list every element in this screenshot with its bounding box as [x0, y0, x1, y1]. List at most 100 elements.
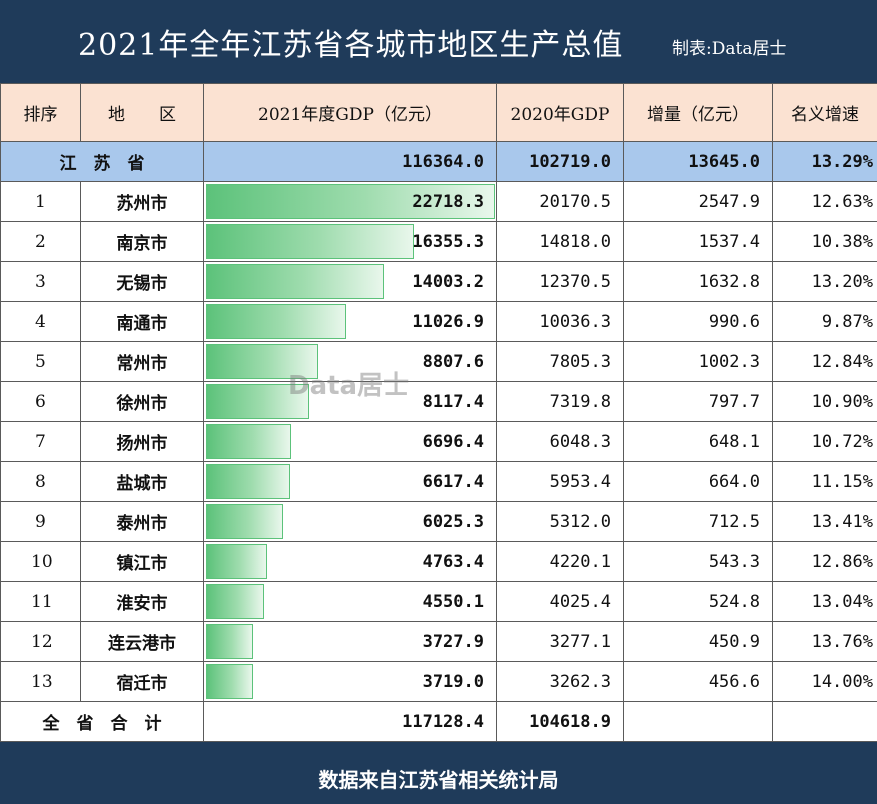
rank-cell: 8 — [0, 461, 81, 502]
province-name: 江 苏 省 — [0, 141, 204, 182]
gdp2021-cell: 16355.3 — [203, 221, 497, 262]
growth-cell: 13.20% — [772, 261, 877, 302]
gdp2021-cell: 11026.9 — [203, 301, 497, 342]
table-row: 10 镇江市 4763.4 4220.1 543.3 12.86% — [0, 541, 877, 582]
gdp2020-cell: 12370.5 — [496, 261, 624, 302]
table-row: 6 徐州市 8117.4 7319.8 797.7 10.90% — [0, 381, 877, 422]
gdp-bar-label: 6025.3 — [422, 511, 484, 532]
city-name-cell: 泰州市 — [80, 501, 204, 542]
gdp-bar-label: 6617.4 — [422, 471, 484, 492]
increase-cell: 450.9 — [623, 621, 773, 662]
gdp-bar-label: 4550.1 — [422, 591, 484, 612]
city-name-cell: 苏州市 — [80, 181, 204, 222]
gdp-bar-label: 6696.4 — [422, 431, 484, 452]
gdp2020-cell: 10036.3 — [496, 301, 624, 342]
rank-cell: 10 — [0, 541, 81, 582]
footer-source: 数据来自江苏省相关统计局 — [0, 757, 877, 804]
total-row: 全 省 合 计 117128.4 104618.9 — [0, 701, 877, 742]
gdp2021-cell: 3727.9 — [203, 621, 497, 662]
increase-cell: 990.6 — [623, 301, 773, 342]
table-row: 2 南京市 16355.3 14818.0 1537.4 10.38% — [0, 221, 877, 262]
increase-cell: 1632.8 — [623, 261, 773, 302]
growth-cell: 9.87% — [772, 301, 877, 342]
gdp2021-cell: 22718.3 — [203, 181, 497, 222]
city-name-cell: 盐城市 — [80, 461, 204, 502]
city-name-cell: 常州市 — [80, 341, 204, 382]
table-body: 江 苏 省 116364.0 102719.0 13645.0 13.29% 1… — [0, 141, 877, 742]
rank-cell: 13 — [0, 661, 81, 702]
gdp2021-cell: 3719.0 — [203, 661, 497, 702]
table-row: 5 常州市 8807.6 7805.3 1002.3 12.84% — [0, 341, 877, 382]
city-name-cell: 镇江市 — [80, 541, 204, 582]
gdp2020-cell: 6048.3 — [496, 421, 624, 462]
gdp2020-cell: 7319.8 — [496, 381, 624, 422]
city-name-cell: 扬州市 — [80, 421, 204, 462]
growth-cell: 12.86% — [772, 541, 877, 582]
header-rank: 排序 — [0, 83, 81, 142]
rank-cell: 3 — [0, 261, 81, 302]
gdp2020-cell: 5312.0 — [496, 501, 624, 542]
header-increase: 增量（亿元） — [623, 83, 773, 142]
growth-cell: 10.38% — [772, 221, 877, 262]
increase-cell: 648.1 — [623, 421, 773, 462]
gdp2020-cell: 4025.4 — [496, 581, 624, 622]
increase-cell: 797.7 — [623, 381, 773, 422]
gdp2021-cell: 4550.1 — [203, 581, 497, 622]
header-gdp2020: 2020年GDP — [496, 83, 624, 142]
gdp2021-cell: 6025.3 — [203, 501, 497, 542]
rank-cell: 6 — [0, 381, 81, 422]
province-gdp2021: 116364.0 — [203, 141, 497, 182]
rank-cell: 11 — [0, 581, 81, 622]
gdp2021-cell: 8117.4 — [203, 381, 497, 422]
increase-cell: 456.6 — [623, 661, 773, 702]
gdp2020-cell: 14818.0 — [496, 221, 624, 262]
growth-cell: 14.00% — [772, 661, 877, 702]
rank-cell: 5 — [0, 341, 81, 382]
increase-cell: 1537.4 — [623, 221, 773, 262]
gdp2020-cell: 7805.3 — [496, 341, 624, 382]
gdp-table: 排序 地 区 2021年度GDP（亿元） 2020年GDP 增量（亿元） 名义增… — [0, 83, 877, 742]
header-growth: 名义增速 — [772, 83, 877, 142]
city-name-cell: 宿迁市 — [80, 661, 204, 702]
total-gdp2021: 117128.4 — [203, 701, 497, 742]
table-row: 1 苏州市 22718.3 20170.5 2547.9 12.63% — [0, 181, 877, 222]
page-title: 2021年全年江苏省各城市地区生产总值 — [78, 28, 624, 63]
table-row: 11 淮安市 4550.1 4025.4 524.8 13.04% — [0, 581, 877, 622]
province-gdp2020: 102719.0 — [496, 141, 624, 182]
table-row: 7 扬州市 6696.4 6048.3 648.1 10.72% — [0, 421, 877, 462]
table-row: 13 宿迁市 3719.0 3262.3 456.6 14.00% — [0, 661, 877, 702]
growth-cell: 10.90% — [772, 381, 877, 422]
rank-cell: 9 — [0, 501, 81, 542]
increase-cell: 524.8 — [623, 581, 773, 622]
city-name-cell: 连云港市 — [80, 621, 204, 662]
gdp-bar-label: 3719.0 — [422, 671, 484, 692]
gdp-bar-label: 8117.4 — [422, 391, 484, 412]
gdp-bar-label: 8807.6 — [422, 351, 484, 372]
rank-cell: 7 — [0, 421, 81, 462]
rank-cell: 1 — [0, 181, 81, 222]
province-row: 江 苏 省 116364.0 102719.0 13645.0 13.29% — [0, 141, 877, 182]
total-increase-empty — [623, 701, 773, 742]
table-row: 8 盐城市 6617.4 5953.4 664.0 11.15% — [0, 461, 877, 502]
gdp2020-cell: 3277.1 — [496, 621, 624, 662]
gdp-bar-label: 14003.2 — [412, 271, 484, 292]
gdp2021-cell: 8807.6 — [203, 341, 497, 382]
total-label: 全 省 合 计 — [0, 701, 204, 742]
increase-cell: 664.0 — [623, 461, 773, 502]
gdp-bar-label: 11026.9 — [412, 311, 484, 332]
growth-cell: 13.76% — [772, 621, 877, 662]
column-header-row: 排序 地 区 2021年度GDP（亿元） 2020年GDP 增量（亿元） 名义增… — [0, 83, 877, 142]
gdp2021-cell: 6617.4 — [203, 461, 497, 502]
gdp2020-cell: 4220.1 — [496, 541, 624, 582]
gdp2020-cell: 3262.3 — [496, 661, 624, 702]
city-name-cell: 淮安市 — [80, 581, 204, 622]
gdp-bar-label: 3727.9 — [422, 631, 484, 652]
table-row: 4 南通市 11026.9 10036.3 990.6 9.87% — [0, 301, 877, 342]
gdp2020-cell: 5953.4 — [496, 461, 624, 502]
growth-cell: 12.84% — [772, 341, 877, 382]
gdp2021-cell: 6696.4 — [203, 421, 497, 462]
table-row: 9 泰州市 6025.3 5312.0 712.5 13.41% — [0, 501, 877, 542]
city-name-cell: 南京市 — [80, 221, 204, 262]
city-name-cell: 无锡市 — [80, 261, 204, 302]
increase-cell: 1002.3 — [623, 341, 773, 382]
